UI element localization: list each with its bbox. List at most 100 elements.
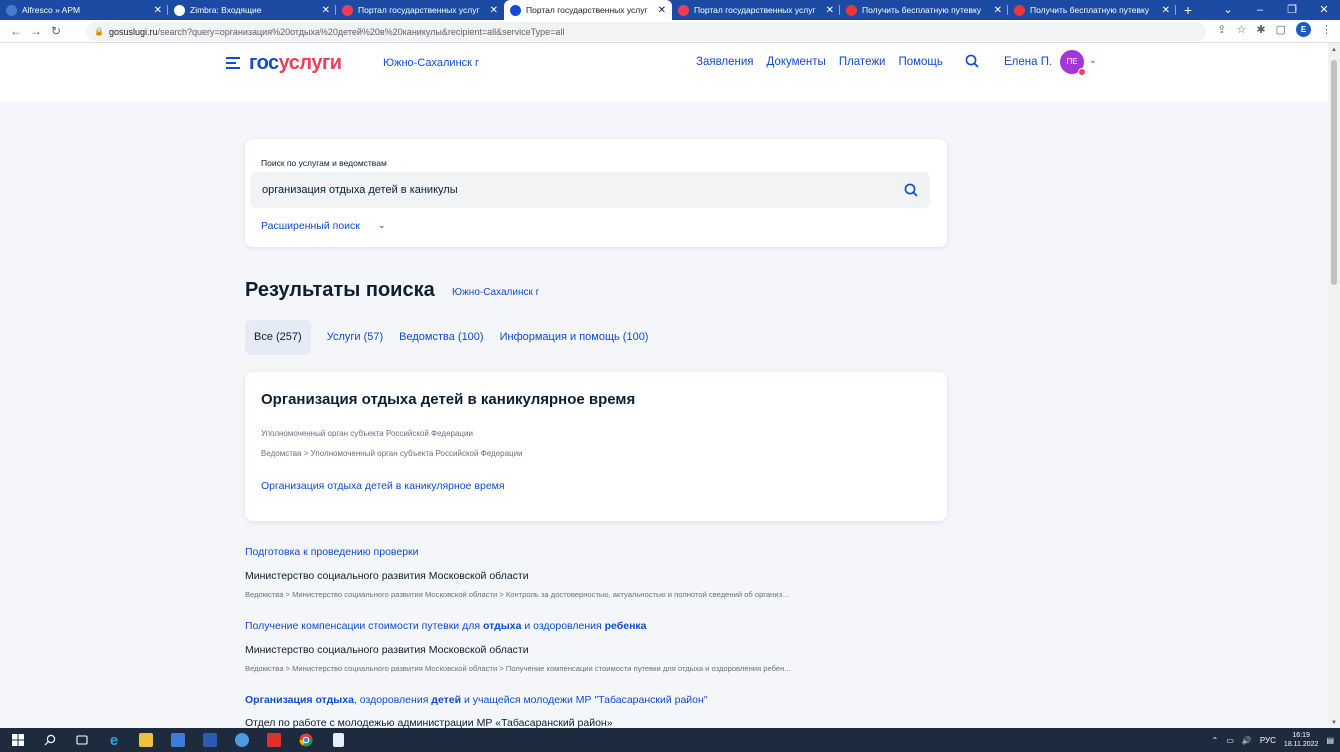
nav-documents[interactable]: Документы bbox=[767, 56, 826, 68]
advanced-search-link[interactable]: Расширенный поиск bbox=[261, 220, 360, 232]
nav-help[interactable]: Помощь bbox=[898, 56, 942, 68]
region-selector[interactable]: Южно-Сахалинск г bbox=[383, 57, 479, 69]
nav-applications[interactable]: Заявления bbox=[696, 56, 754, 68]
app-icon[interactable] bbox=[198, 728, 222, 752]
tab-close-icon[interactable]: ✕ bbox=[490, 5, 498, 16]
result-item-title[interactable]: Подготовка к проведению проверки bbox=[245, 546, 419, 558]
result-item-title-part: детей bbox=[431, 694, 462, 706]
page-scrollbar[interactable]: ▲ ▼ bbox=[1328, 43, 1340, 728]
result-item-title-part: Подготовка к проведению проверки bbox=[245, 546, 419, 558]
scroll-down-arrow-icon[interactable]: ▼ bbox=[1331, 720, 1337, 726]
windows-taskbar: e ⌃ ▭ 🔊 РУС 16:19 18.11.2022 ▤ bbox=[0, 728, 1340, 752]
result-item-title-part: ребенка bbox=[604, 620, 647, 632]
chevron-down-icon[interactable]: ⌄ bbox=[378, 220, 386, 231]
chevron-down-icon[interactable]: ⌄ bbox=[1089, 55, 1097, 66]
tab-close-icon[interactable]: ✕ bbox=[322, 5, 330, 16]
scroll-thumb[interactable] bbox=[1331, 60, 1337, 285]
tab-close-icon[interactable]: ✕ bbox=[658, 5, 666, 16]
network-icon[interactable]: ▭ bbox=[1226, 736, 1234, 745]
document-icon[interactable] bbox=[326, 728, 350, 752]
browser-tab[interactable]: Портал государственных услуг ✕ bbox=[672, 0, 840, 20]
featured-service-link[interactable]: Организация отдыха детей в каникулярное … bbox=[261, 480, 505, 492]
url-host: gosuslugi.ru bbox=[108, 26, 158, 37]
url-path: /search?query=организация%20отдыха%20дет… bbox=[157, 26, 565, 37]
bookmark-star-icon[interactable]: ☆ bbox=[1237, 23, 1247, 36]
input-language[interactable]: РУС bbox=[1260, 736, 1276, 745]
browser-tab[interactable]: Портал государственных услуг ✕ bbox=[336, 0, 504, 20]
browser-tab[interactable]: Получить бесплатную путевку ✕ bbox=[840, 0, 1008, 20]
search-label: Поиск по услугам и ведомствам bbox=[261, 158, 387, 168]
result-item-title[interactable]: Получение компенсации стоимости путевки … bbox=[245, 620, 647, 632]
tab-title: Alfresco » APM bbox=[22, 5, 81, 15]
close-window-button[interactable]: ✕ bbox=[1308, 0, 1340, 20]
menu-burger-icon[interactable] bbox=[226, 57, 240, 72]
clock[interactable]: 16:19 18.11.2022 bbox=[1284, 731, 1319, 749]
search-input[interactable] bbox=[250, 172, 930, 208]
site-header: госуслуги Южно-Сахалинск г Заявления Док… bbox=[0, 43, 1328, 101]
edge-browser-icon[interactable]: e bbox=[102, 728, 126, 752]
featured-title: Организация отдыха детей в каникулярное … bbox=[261, 391, 636, 408]
search-icon[interactable] bbox=[38, 728, 62, 752]
pdf-reader-icon[interactable] bbox=[262, 728, 286, 752]
filter-departments[interactable]: Ведомства (100) bbox=[391, 320, 491, 355]
featured-authority: Уполномоченный орган субъекта Российской… bbox=[261, 429, 473, 438]
restore-button[interactable]: ❐ bbox=[1276, 0, 1308, 20]
reload-button[interactable]: ↻ bbox=[46, 24, 66, 38]
url-field[interactable]: 🔒 gosuslugi.ru/search?query=организация%… bbox=[86, 22, 1206, 41]
filter-all[interactable]: Все (257) bbox=[245, 320, 311, 355]
back-button[interactable]: ← bbox=[6, 24, 26, 38]
browser-tab[interactable]: Получить бесплатную путевку ✕ bbox=[1008, 0, 1176, 20]
tab-title: Получить бесплатную путевку bbox=[1030, 5, 1150, 15]
chrome-icon[interactable] bbox=[294, 728, 318, 752]
result-item-breadcrumb: Ведомства > Министерство социального раз… bbox=[245, 590, 789, 599]
side-panel-icon[interactable]: ▢ bbox=[1276, 23, 1286, 36]
browser-tab[interactable]: Alfresco » APM ✕ bbox=[0, 0, 168, 20]
tab-close-icon[interactable]: ✕ bbox=[154, 5, 162, 16]
result-item-title-part: отдыха bbox=[482, 620, 522, 632]
result-item-breadcrumb: Ведомства > Министерство социального раз… bbox=[245, 664, 791, 673]
search-icon[interactable] bbox=[904, 183, 918, 197]
minimize-button[interactable]: – bbox=[1244, 0, 1276, 20]
nav-payments[interactable]: Платежи bbox=[839, 56, 886, 68]
results-title: Результаты поиска bbox=[245, 279, 435, 301]
user-name[interactable]: Елена П. bbox=[1004, 56, 1052, 68]
browser-menu-icon[interactable]: ⋮ bbox=[1321, 23, 1332, 36]
app-icon[interactable] bbox=[166, 728, 190, 752]
result-item-title-part: , оздоровления bbox=[353, 694, 432, 706]
tab-favicon-icon bbox=[846, 4, 857, 16]
search-card: Поиск по услугам и ведомствам Расширенны… bbox=[245, 139, 947, 247]
gosuslugi-logo[interactable]: госуслуги bbox=[249, 52, 342, 75]
app-icon[interactable] bbox=[230, 728, 254, 752]
result-item-title[interactable]: Организация отдыха, оздоровления детей и… bbox=[245, 694, 708, 706]
share-icon[interactable]: ⇪ bbox=[1217, 23, 1226, 36]
tab-close-icon[interactable]: ✕ bbox=[994, 5, 1002, 16]
extensions-puzzle-icon[interactable]: ✱ bbox=[1256, 23, 1265, 36]
tab-favicon-icon bbox=[678, 4, 689, 16]
notifications-icon[interactable]: ▤ bbox=[1326, 736, 1334, 745]
filter-info[interactable]: Информация и помощь (100) bbox=[492, 320, 657, 355]
task-view-icon[interactable] bbox=[70, 728, 94, 752]
filter-services[interactable]: Услуги (57) bbox=[319, 320, 391, 355]
top-nav: Заявления Документы Платежи Помощь bbox=[696, 56, 943, 68]
browser-profile-avatar[interactable]: E bbox=[1296, 22, 1311, 37]
scroll-up-arrow-icon[interactable]: ▲ bbox=[1331, 47, 1337, 53]
result-item-org: Министерство социального развития Москов… bbox=[245, 570, 529, 582]
chevron-up-icon[interactable]: ⌃ bbox=[1212, 736, 1219, 745]
tab-favicon-icon bbox=[6, 4, 17, 16]
file-explorer-icon[interactable] bbox=[134, 728, 158, 752]
tab-close-icon[interactable]: ✕ bbox=[826, 5, 834, 16]
browser-tab[interactable]: Портал государственных услуг ✕ bbox=[504, 0, 672, 20]
browser-tab[interactable]: Zimbra: Входящие ✕ bbox=[168, 0, 336, 20]
tab-close-icon[interactable]: ✕ bbox=[1162, 5, 1170, 16]
tab-search-icon[interactable]: ⌄ bbox=[1212, 0, 1244, 20]
window-controls: ⌄ – ❐ ✕ bbox=[1212, 0, 1340, 20]
tab-favicon-icon bbox=[510, 4, 521, 16]
new-tab-button[interactable]: + bbox=[1176, 0, 1200, 20]
windows-start-icon[interactable] bbox=[6, 728, 30, 752]
volume-icon[interactable]: 🔊 bbox=[1242, 736, 1252, 745]
forward-button[interactable]: → bbox=[26, 24, 46, 38]
result-item-title-part: и оздоровления bbox=[521, 620, 605, 632]
search-icon[interactable] bbox=[965, 54, 979, 68]
results-region[interactable]: Южно-Сахалинск г bbox=[452, 287, 539, 298]
result-item-org: Министерство социального развития Москов… bbox=[245, 644, 529, 656]
